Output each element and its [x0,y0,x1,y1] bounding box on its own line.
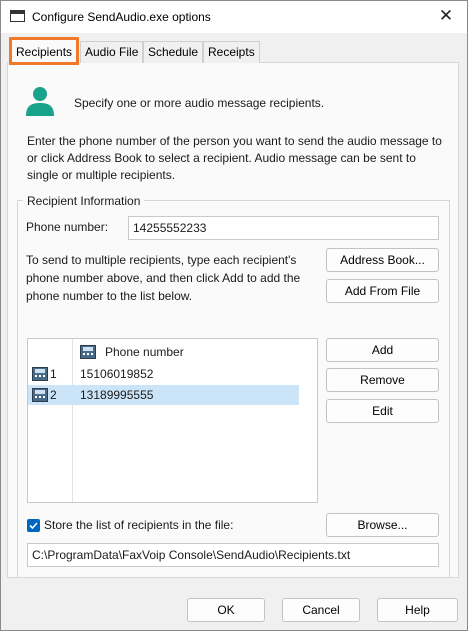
add-button[interactable]: Add [326,338,439,362]
tab-schedule[interactable]: Schedule [143,41,204,63]
phone-icon [80,345,96,359]
title-bar: Configure SendAudio.exe options ✕ [1,1,467,33]
address-book-button[interactable]: Address Book... [326,248,439,272]
ok-button[interactable]: OK [187,598,265,622]
tab-audio-file[interactable]: Audio File [80,41,144,63]
close-icon[interactable]: ✕ [435,6,457,26]
row-phone-number: 13189995555 [80,388,154,402]
checkmark-icon [29,522,38,530]
window-title: Configure SendAudio.exe options [32,10,211,24]
tab-recipients[interactable]: Recipients [9,37,80,65]
help-button[interactable]: Help [377,598,458,622]
recipient-list[interactable]: Phone number 1 15106019852 2 13189995555 [27,338,318,503]
phone-number-label: Phone number: [26,220,109,234]
cancel-button[interactable]: Cancel [282,598,360,622]
store-list-checkbox[interactable] [27,519,40,532]
row-index: 1 [50,367,57,381]
user-icon [26,87,54,116]
group-label: Recipient Information [23,194,145,208]
add-from-file-button[interactable]: Add From File [326,279,439,303]
window-icon [10,10,25,22]
phone-icon [32,367,48,381]
list-item-selected[interactable]: 2 13189995555 [28,385,299,405]
store-list-label[interactable]: Store the list of recipients in the file… [44,518,233,532]
browse-button[interactable]: Browse... [326,513,439,537]
row-index: 2 [50,388,57,402]
column-header-phone-number[interactable]: Phone number [105,345,184,359]
phone-icon [32,388,48,402]
row-phone-number: 15106019852 [80,367,154,381]
recipients-file-path-input[interactable]: C:\ProgramData\FaxVoip Console\SendAudio… [27,543,439,567]
intro-text: Specify one or more audio message recipi… [74,96,325,110]
remove-button[interactable]: Remove [326,368,439,392]
edit-button[interactable]: Edit [326,399,439,423]
tab-receipts[interactable]: Receipts [203,41,260,63]
phone-number-input[interactable]: 14255552233 [128,216,439,240]
description-text: Enter the phone number of the person you… [27,134,442,182]
multiple-recipients-help: To send to multiple recipients, type eac… [26,253,301,303]
list-item[interactable]: 1 15106019852 [28,364,299,384]
